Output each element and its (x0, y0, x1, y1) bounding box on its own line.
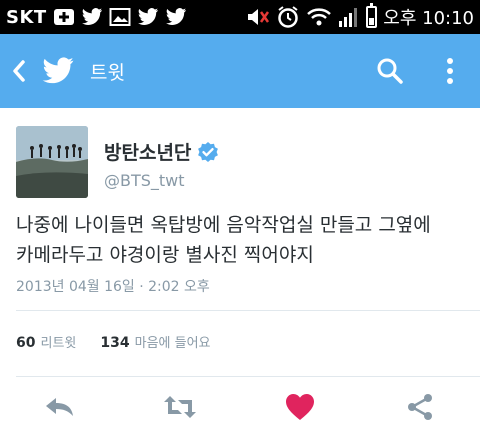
twitter-icon (165, 7, 187, 27)
twitter-logo-icon (42, 57, 74, 84)
image-icon (109, 7, 131, 27)
reply-icon (46, 398, 73, 416)
retweets-count[interactable]: 60 (16, 335, 35, 351)
like-button[interactable] (240, 376, 360, 438)
tweet-timestamp: 2013년 04월 16일 · 2:02 오후 (16, 279, 210, 295)
alarm-icon (276, 5, 300, 29)
likes-label[interactable]: 마음에 들어요 (135, 332, 211, 351)
retweet-button[interactable] (120, 376, 240, 438)
tweet-text: 나중에 나이들면 옥탑방에 음악작업실 만들고 그옆에 카메라두고 야경이랑 별… (16, 210, 472, 270)
back-icon (13, 60, 25, 82)
avatar[interactable] (16, 126, 88, 198)
author-name-row: 방탄소년단 (104, 138, 219, 165)
add-icon (53, 7, 75, 27)
twitter-icon (137, 7, 159, 27)
search-icon (377, 58, 403, 84)
tweet-text-line: 나중에 나이들면 옥탑방에 음악작업실 만들고 그옆에 (16, 214, 431, 236)
share-icon (408, 394, 432, 420)
tweet-text-line: 카메라두고 야경이랑 별사진 찍어야지 (16, 244, 314, 266)
search-button[interactable] (360, 34, 420, 108)
tweet-stats: 60 리트윗 134 마음에 들어요 (16, 332, 211, 351)
more-icon (447, 58, 453, 84)
status-bar: SKT 오후 10:10 (0, 0, 480, 34)
clock: 오후 10:10 (383, 8, 474, 29)
page-title: 트윗 (90, 61, 125, 84)
tweet-actions (0, 376, 480, 438)
carrier-label: SKT (6, 6, 47, 28)
mute-icon (246, 6, 270, 28)
wifi-icon (306, 7, 332, 27)
likes-count[interactable]: 134 (100, 335, 129, 351)
twitter-icon (81, 7, 103, 27)
retweet-icon (164, 396, 196, 418)
app-bar: 트윗 (0, 34, 480, 108)
signal-icon (338, 6, 360, 28)
divider (16, 310, 480, 311)
author-name[interactable]: 방탄소년단 (104, 138, 191, 165)
tweet-author: 방탄소년단 @BTS_twt (16, 126, 219, 198)
back-button[interactable] (2, 34, 36, 108)
twitter-logo (36, 34, 80, 108)
verified-icon (198, 141, 219, 162)
more-button[interactable] (420, 34, 480, 108)
retweets-label[interactable]: 리트윗 (40, 332, 76, 351)
author-handle[interactable]: @BTS_twt (104, 171, 219, 190)
reply-button[interactable] (0, 376, 120, 438)
like-icon (286, 394, 314, 420)
battery-icon (366, 3, 378, 28)
share-button[interactable] (360, 376, 480, 438)
